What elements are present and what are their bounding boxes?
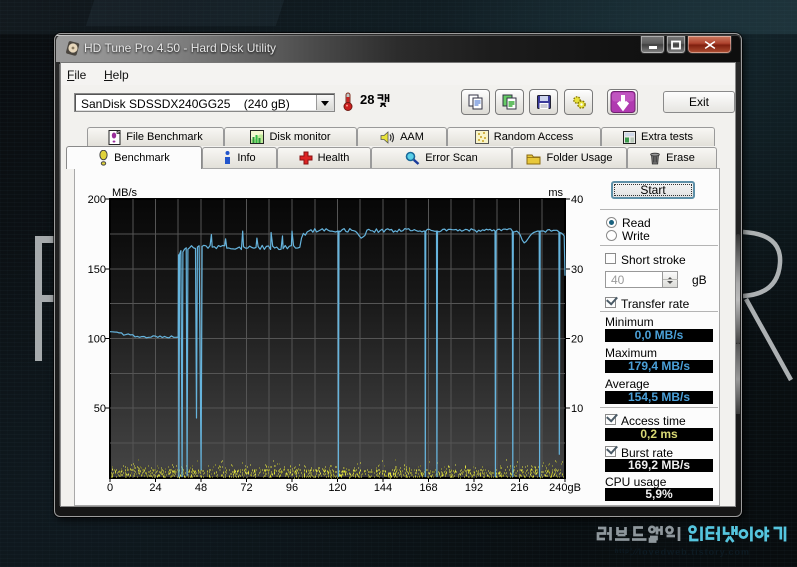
svg-text:72: 72 <box>240 482 252 494</box>
svg-text:50: 50 <box>94 403 106 415</box>
svg-text:240gB: 240gB <box>549 482 581 494</box>
svg-text:ʰᵗᵗᵖ⁚⁄⁄lovedweb.tistory.com: ʰᵗᵗᵖ⁚⁄⁄lovedweb.tistory.com <box>615 547 750 557</box>
svg-text:20: 20 <box>571 334 583 346</box>
svg-text:40: 40 <box>571 194 583 206</box>
svg-text:ms: ms <box>548 187 563 199</box>
svg-text:96: 96 <box>286 482 298 494</box>
svg-text:168: 168 <box>419 482 437 494</box>
svg-text:150: 150 <box>88 264 106 276</box>
svg-text:24: 24 <box>149 482 161 494</box>
svg-text:10: 10 <box>571 403 583 415</box>
svg-text:144: 144 <box>374 482 392 494</box>
svg-text:100: 100 <box>88 334 106 346</box>
svg-text:0: 0 <box>107 482 113 494</box>
svg-text:200: 200 <box>88 194 106 206</box>
svg-text:120: 120 <box>328 482 346 494</box>
svg-text:48: 48 <box>195 482 207 494</box>
svg-text:MB/s: MB/s <box>112 187 138 199</box>
svg-text:216: 216 <box>510 482 528 494</box>
svg-text:192: 192 <box>465 482 483 494</box>
svg-text:30: 30 <box>571 264 583 276</box>
